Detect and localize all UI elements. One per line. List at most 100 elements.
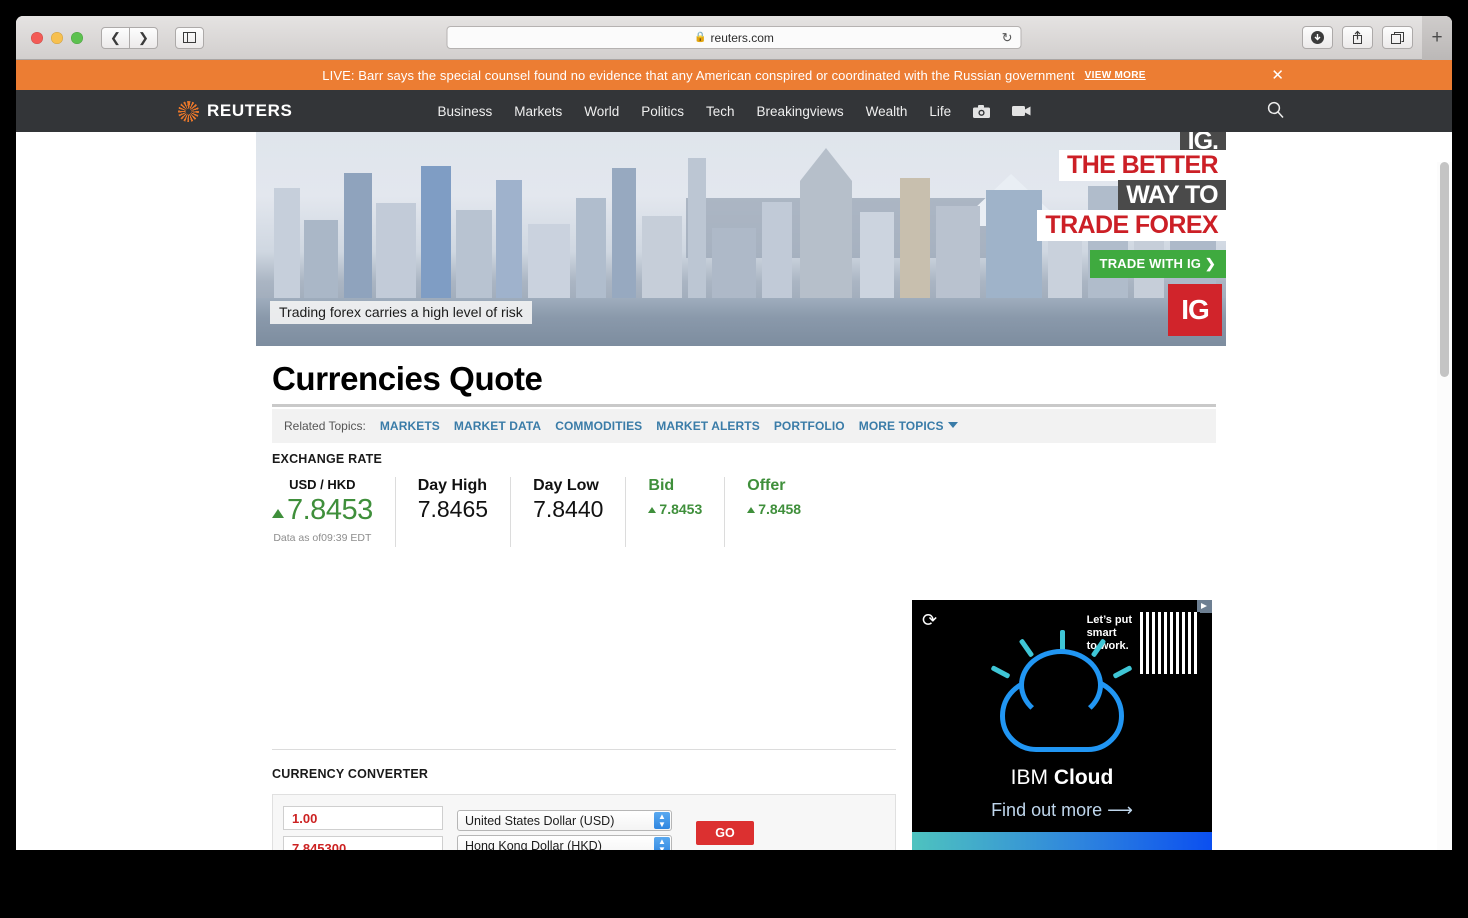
- building: [376, 203, 416, 298]
- sun-ray: [990, 665, 1011, 679]
- tab-overview-button[interactable]: [1382, 26, 1413, 49]
- new-tab-button[interactable]: +: [1422, 16, 1452, 60]
- maximize-window-button[interactable]: [71, 31, 83, 44]
- related-topic-commodities[interactable]: COMMODITIES: [555, 419, 642, 433]
- related-topic-market-alerts[interactable]: MARKET ALERTS: [656, 419, 760, 433]
- title-divider: [272, 404, 1216, 407]
- building: [900, 178, 930, 298]
- navigation-buttons: ❮ ❯: [101, 26, 158, 49]
- ad-cta-link[interactable]: Find out more ⟶: [912, 800, 1212, 821]
- address-bar-text: reuters.com: [710, 30, 774, 45]
- building: [936, 206, 980, 298]
- downloads-button[interactable]: [1302, 26, 1333, 49]
- currency-from-select[interactable]: United States Dollar (USD) ▲ ▼: [457, 810, 672, 831]
- related-topic-portfolio[interactable]: PORTFOLIO: [774, 419, 845, 433]
- tab-overview-icon: [1390, 31, 1404, 44]
- day-low-label: Day Low: [533, 477, 599, 494]
- camera-icon[interactable]: [973, 104, 991, 118]
- browser-toolbar: ❮ ❯ 🔒 reuters.com ↻ +: [16, 16, 1452, 60]
- reuters-wordmark: REUTERS: [207, 101, 293, 120]
- sun-ray: [1018, 638, 1035, 658]
- ad-bottom-strip: [912, 832, 1212, 850]
- window-controls: [31, 31, 83, 44]
- data-timestamp: Data as of09:39 EDT: [273, 532, 372, 544]
- reuters-logo[interactable]: REUTERS: [178, 100, 293, 122]
- cloud-icon: [1000, 649, 1124, 752]
- bid-number: 7.8453: [659, 501, 703, 517]
- building: [528, 224, 570, 298]
- sidebar-icon: [183, 32, 196, 43]
- exchange-rate-heading: EXCHANGE RATE: [272, 452, 383, 466]
- day-high-label: Day High: [417, 477, 488, 494]
- view-more-link[interactable]: VIEW MORE: [1085, 70, 1146, 81]
- address-bar[interactable]: 🔒 reuters.com ↻: [446, 26, 1022, 49]
- reload-icon[interactable]: ⟳: [922, 610, 937, 631]
- bid-label: Bid: [648, 477, 675, 494]
- nav-item-tech[interactable]: Tech: [706, 104, 735, 119]
- nav-item-breakingviews[interactable]: Breakingviews: [757, 104, 844, 119]
- chevron-updown-icon[interactable]: ▲ ▼: [654, 837, 670, 850]
- video-camera-icon[interactable]: [1012, 105, 1031, 117]
- close-icon[interactable]: ✕: [1271, 66, 1284, 84]
- up-arrow-icon: [747, 507, 756, 513]
- building: [712, 228, 756, 298]
- nav-item-markets[interactable]: Markets: [514, 104, 562, 119]
- ibm-tagline: Let’s put smart to work.: [1086, 614, 1132, 652]
- page-viewport: LIVE: Barr says the special counsel foun…: [16, 60, 1452, 850]
- ig-headline-line2: WAY TO: [1118, 180, 1226, 211]
- amount-to-input[interactable]: 7.845300: [283, 836, 443, 850]
- quote-cell-offer: Offer 7.8458: [724, 477, 823, 547]
- amount-from-input[interactable]: 1.00: [283, 806, 443, 830]
- last-price-number: 7.8453: [287, 494, 373, 526]
- sidebar-toggle-button[interactable]: [175, 26, 204, 49]
- currency-pair-label: USD / HKD: [289, 477, 356, 492]
- ig-banner-ad[interactable]: Trading forex carries a high level of ri…: [256, 132, 1226, 346]
- share-icon: [1353, 30, 1362, 44]
- related-topics-bar: Related Topics: MARKETS MARKET DATA COMM…: [272, 409, 1216, 443]
- quote-cell-bid: Bid 7.8453: [625, 477, 724, 547]
- more-topics-button[interactable]: MORE TOPICS: [859, 419, 958, 433]
- desktop-background: ❮ ❯ 🔒 reuters.com ↻ + LIVE: Barr says th…: [0, 0, 1468, 918]
- page-scrollbar[interactable]: [1437, 162, 1452, 850]
- search-icon[interactable]: [1267, 101, 1284, 122]
- nav-item-life[interactable]: Life: [929, 104, 951, 119]
- page-content: Trading forex carries a high level of ri…: [16, 132, 1452, 850]
- related-topic-market-data[interactable]: MARKET DATA: [454, 419, 541, 433]
- minimize-window-button[interactable]: [51, 31, 63, 44]
- ig-headline-line3: TRADE FOREX: [1037, 210, 1226, 241]
- chevron-updown-icon[interactable]: ▲ ▼: [654, 812, 670, 829]
- scrollbar-thumb[interactable]: [1440, 162, 1449, 377]
- lock-icon: 🔒: [694, 32, 707, 43]
- related-topic-markets[interactable]: MARKETS: [380, 419, 440, 433]
- last-price-value: 7.8453: [272, 494, 373, 527]
- building: [496, 180, 522, 298]
- day-low-value: 7.8440: [533, 496, 604, 522]
- ibm-cloud-ad[interactable]: ⟳ Let’s put smart to work. IBM Cloud Find …: [912, 600, 1212, 850]
- currency-converter-heading: CURRENCY CONVERTER: [272, 767, 429, 781]
- share-button[interactable]: [1342, 26, 1373, 49]
- chevron-down-icon: [947, 422, 958, 428]
- nav-item-wealth[interactable]: Wealth: [866, 104, 908, 119]
- nav-item-politics[interactable]: Politics: [641, 104, 684, 119]
- quote-cell-pair: USD / HKD 7.8453 Data as of09:39 EDT: [272, 477, 395, 547]
- building: [456, 210, 492, 298]
- reload-button[interactable]: ↻: [1002, 30, 1013, 46]
- page-title: Currencies Quote: [272, 360, 543, 397]
- toolbar-right-buttons: +: [1302, 16, 1452, 60]
- ibm-logo-icon: [1140, 612, 1200, 674]
- nav-item-world[interactable]: World: [584, 104, 619, 119]
- back-button[interactable]: ❮: [101, 26, 130, 49]
- building: [688, 158, 706, 298]
- nav-menu: Business Markets World Politics Tech Bre…: [437, 104, 1031, 119]
- trade-with-ig-button[interactable]: TRADE WITH IG ❯: [1089, 250, 1226, 278]
- currency-from-label: United States Dollar (USD): [465, 813, 615, 828]
- currency-to-select[interactable]: Hong Kong Dollar (HKD) ▲ ▼: [457, 835, 672, 850]
- nav-item-business[interactable]: Business: [437, 104, 492, 119]
- go-button[interactable]: GO: [696, 821, 754, 845]
- currency-converter-panel: 1.00 7.845300 United States Dollar (USD)…: [272, 794, 896, 850]
- forward-button[interactable]: ❯: [129, 26, 158, 49]
- download-icon: [1311, 31, 1324, 44]
- more-topics-label: MORE TOPICS: [858, 419, 944, 433]
- close-window-button[interactable]: [31, 31, 43, 44]
- converter-currency-selects: United States Dollar (USD) ▲ ▼ Hong Kong …: [457, 810, 672, 850]
